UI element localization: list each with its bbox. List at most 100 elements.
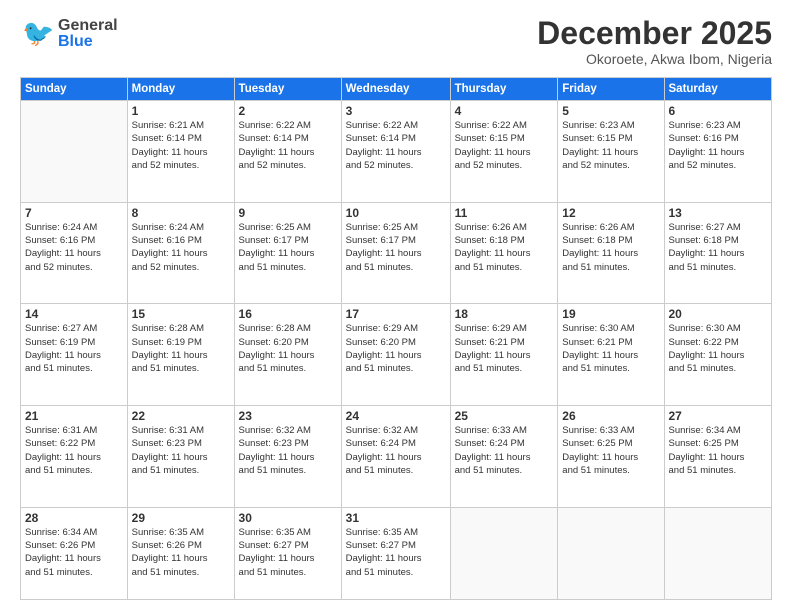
col-tuesday: Tuesday: [234, 78, 341, 101]
logo: 🐦 General Blue: [20, 16, 118, 52]
col-saturday: Saturday: [664, 78, 772, 101]
day-number: 25: [455, 409, 554, 423]
day-info: Sunrise: 6:30 AMSunset: 6:22 PMDaylight:…: [669, 322, 768, 375]
day-info: Sunrise: 6:29 AMSunset: 6:21 PMDaylight:…: [455, 322, 554, 375]
day-info: Sunrise: 6:32 AMSunset: 6:23 PMDaylight:…: [239, 424, 337, 477]
calendar-day-cell: 19Sunrise: 6:30 AMSunset: 6:21 PMDayligh…: [558, 304, 664, 406]
calendar-week-row: 28Sunrise: 6:34 AMSunset: 6:26 PMDayligh…: [21, 507, 772, 599]
day-number: 29: [132, 511, 230, 525]
day-number: 28: [25, 511, 123, 525]
calendar-day-cell: 3Sunrise: 6:22 AMSunset: 6:14 PMDaylight…: [341, 101, 450, 203]
day-number: 20: [669, 307, 768, 321]
calendar-week-row: 7Sunrise: 6:24 AMSunset: 6:16 PMDaylight…: [21, 202, 772, 304]
calendar-day-cell: 6Sunrise: 6:23 AMSunset: 6:16 PMDaylight…: [664, 101, 772, 203]
day-number: 31: [346, 511, 446, 525]
col-thursday: Thursday: [450, 78, 558, 101]
calendar-day-cell: 16Sunrise: 6:28 AMSunset: 6:20 PMDayligh…: [234, 304, 341, 406]
month-title: December 2025: [537, 16, 772, 51]
calendar-day-cell: 20Sunrise: 6:30 AMSunset: 6:22 PMDayligh…: [664, 304, 772, 406]
calendar-day-cell: 29Sunrise: 6:35 AMSunset: 6:26 PMDayligh…: [127, 507, 234, 599]
day-number: 7: [25, 206, 123, 220]
day-info: Sunrise: 6:35 AMSunset: 6:27 PMDaylight:…: [346, 526, 446, 579]
calendar-day-cell: 4Sunrise: 6:22 AMSunset: 6:15 PMDaylight…: [450, 101, 558, 203]
day-number: 11: [455, 206, 554, 220]
calendar-table: Sunday Monday Tuesday Wednesday Thursday…: [20, 77, 772, 600]
day-info: Sunrise: 6:22 AMSunset: 6:14 PMDaylight:…: [239, 119, 337, 172]
day-number: 15: [132, 307, 230, 321]
day-number: 10: [346, 206, 446, 220]
calendar-day-cell: 25Sunrise: 6:33 AMSunset: 6:24 PMDayligh…: [450, 406, 558, 508]
day-info: Sunrise: 6:22 AMSunset: 6:15 PMDaylight:…: [455, 119, 554, 172]
logo-blue-text: Blue: [58, 34, 118, 50]
day-info: Sunrise: 6:23 AMSunset: 6:16 PMDaylight:…: [669, 119, 768, 172]
day-info: Sunrise: 6:21 AMSunset: 6:14 PMDaylight:…: [132, 119, 230, 172]
day-info: Sunrise: 6:32 AMSunset: 6:24 PMDaylight:…: [346, 424, 446, 477]
calendar-day-cell: 28Sunrise: 6:34 AMSunset: 6:26 PMDayligh…: [21, 507, 128, 599]
day-info: Sunrise: 6:22 AMSunset: 6:14 PMDaylight:…: [346, 119, 446, 172]
calendar-day-cell: 17Sunrise: 6:29 AMSunset: 6:20 PMDayligh…: [341, 304, 450, 406]
day-number: 14: [25, 307, 123, 321]
logo-icon: 🐦: [20, 16, 56, 52]
day-number: 4: [455, 104, 554, 118]
day-info: Sunrise: 6:27 AMSunset: 6:18 PMDaylight:…: [669, 221, 768, 274]
day-number: 26: [562, 409, 659, 423]
day-number: 17: [346, 307, 446, 321]
calendar-day-cell: 7Sunrise: 6:24 AMSunset: 6:16 PMDaylight…: [21, 202, 128, 304]
calendar-day-cell: [21, 101, 128, 203]
col-friday: Friday: [558, 78, 664, 101]
calendar-day-cell: 23Sunrise: 6:32 AMSunset: 6:23 PMDayligh…: [234, 406, 341, 508]
col-sunday: Sunday: [21, 78, 128, 101]
day-info: Sunrise: 6:28 AMSunset: 6:20 PMDaylight:…: [239, 322, 337, 375]
day-info: Sunrise: 6:25 AMSunset: 6:17 PMDaylight:…: [239, 221, 337, 274]
day-info: Sunrise: 6:23 AMSunset: 6:15 PMDaylight:…: [562, 119, 659, 172]
calendar-week-row: 14Sunrise: 6:27 AMSunset: 6:19 PMDayligh…: [21, 304, 772, 406]
day-number: 22: [132, 409, 230, 423]
logo-label: General Blue: [58, 18, 118, 50]
calendar-day-cell: 5Sunrise: 6:23 AMSunset: 6:15 PMDaylight…: [558, 101, 664, 203]
day-info: Sunrise: 6:26 AMSunset: 6:18 PMDaylight:…: [562, 221, 659, 274]
day-number: 21: [25, 409, 123, 423]
day-info: Sunrise: 6:35 AMSunset: 6:27 PMDaylight:…: [239, 526, 337, 579]
calendar-week-row: 21Sunrise: 6:31 AMSunset: 6:22 PMDayligh…: [21, 406, 772, 508]
day-info: Sunrise: 6:30 AMSunset: 6:21 PMDaylight:…: [562, 322, 659, 375]
calendar-day-cell: 15Sunrise: 6:28 AMSunset: 6:19 PMDayligh…: [127, 304, 234, 406]
calendar-day-cell: 2Sunrise: 6:22 AMSunset: 6:14 PMDaylight…: [234, 101, 341, 203]
day-info: Sunrise: 6:31 AMSunset: 6:22 PMDaylight:…: [25, 424, 123, 477]
day-number: 8: [132, 206, 230, 220]
calendar-day-cell: 18Sunrise: 6:29 AMSunset: 6:21 PMDayligh…: [450, 304, 558, 406]
day-info: Sunrise: 6:31 AMSunset: 6:23 PMDaylight:…: [132, 424, 230, 477]
calendar-day-cell: 27Sunrise: 6:34 AMSunset: 6:25 PMDayligh…: [664, 406, 772, 508]
day-number: 19: [562, 307, 659, 321]
svg-text:🐦: 🐦: [22, 18, 54, 48]
day-number: 18: [455, 307, 554, 321]
day-info: Sunrise: 6:34 AMSunset: 6:25 PMDaylight:…: [669, 424, 768, 477]
calendar-day-cell: 22Sunrise: 6:31 AMSunset: 6:23 PMDayligh…: [127, 406, 234, 508]
day-number: 5: [562, 104, 659, 118]
day-number: 2: [239, 104, 337, 118]
day-info: Sunrise: 6:34 AMSunset: 6:26 PMDaylight:…: [25, 526, 123, 579]
title-area: December 2025 Okoroete, Akwa Ibom, Niger…: [537, 16, 772, 67]
header: 🐦 General Blue December 2025 Okoroete, A…: [20, 16, 772, 67]
calendar-day-cell: 24Sunrise: 6:32 AMSunset: 6:24 PMDayligh…: [341, 406, 450, 508]
day-info: Sunrise: 6:33 AMSunset: 6:24 PMDaylight:…: [455, 424, 554, 477]
day-info: Sunrise: 6:33 AMSunset: 6:25 PMDaylight:…: [562, 424, 659, 477]
location-subtitle: Okoroete, Akwa Ibom, Nigeria: [537, 51, 772, 67]
calendar-week-row: 1Sunrise: 6:21 AMSunset: 6:14 PMDaylight…: [21, 101, 772, 203]
calendar-day-cell: 31Sunrise: 6:35 AMSunset: 6:27 PMDayligh…: [341, 507, 450, 599]
day-number: 1: [132, 104, 230, 118]
day-number: 16: [239, 307, 337, 321]
calendar-day-cell: 8Sunrise: 6:24 AMSunset: 6:16 PMDaylight…: [127, 202, 234, 304]
calendar-day-cell: 11Sunrise: 6:26 AMSunset: 6:18 PMDayligh…: [450, 202, 558, 304]
day-info: Sunrise: 6:25 AMSunset: 6:17 PMDaylight:…: [346, 221, 446, 274]
calendar-day-cell: 14Sunrise: 6:27 AMSunset: 6:19 PMDayligh…: [21, 304, 128, 406]
calendar-day-cell: [558, 507, 664, 599]
day-number: 27: [669, 409, 768, 423]
day-info: Sunrise: 6:24 AMSunset: 6:16 PMDaylight:…: [25, 221, 123, 274]
col-wednesday: Wednesday: [341, 78, 450, 101]
calendar-day-cell: 10Sunrise: 6:25 AMSunset: 6:17 PMDayligh…: [341, 202, 450, 304]
day-info: Sunrise: 6:24 AMSunset: 6:16 PMDaylight:…: [132, 221, 230, 274]
day-number: 12: [562, 206, 659, 220]
day-number: 13: [669, 206, 768, 220]
day-number: 9: [239, 206, 337, 220]
calendar-header-row: Sunday Monday Tuesday Wednesday Thursday…: [21, 78, 772, 101]
